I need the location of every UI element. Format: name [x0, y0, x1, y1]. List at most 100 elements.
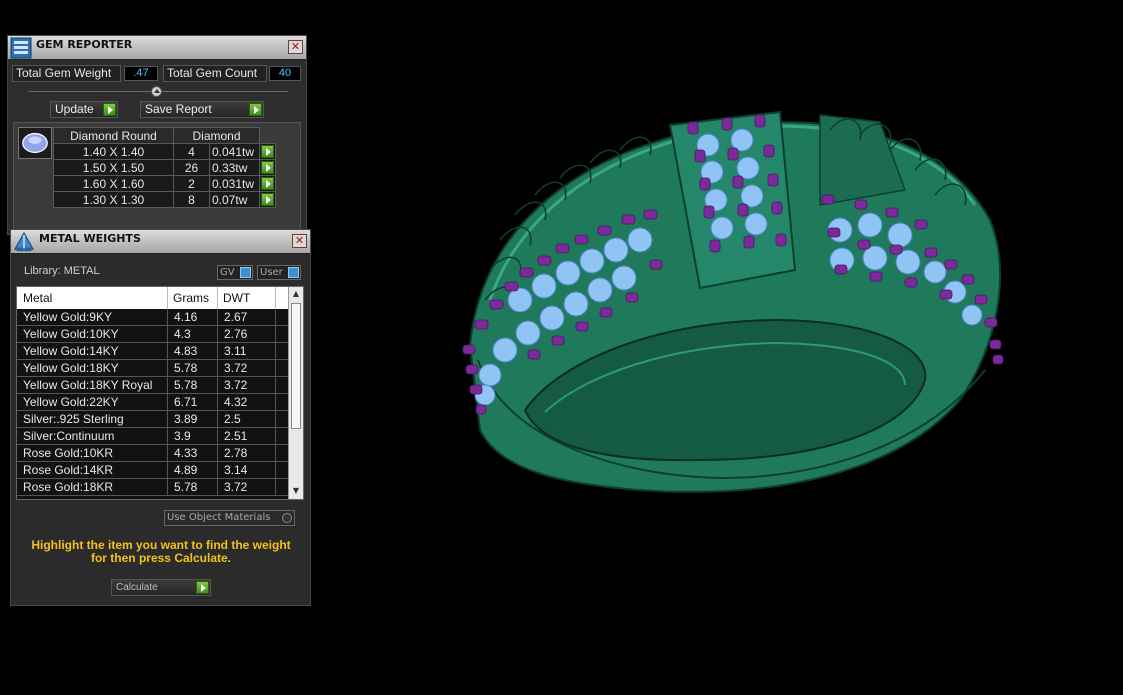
metal-grams: 5.78 [174, 361, 198, 375]
metal-dwt: 2.78 [224, 446, 248, 460]
hint-line-1: Highlight the item you want to find the … [31, 538, 291, 552]
toggle-indicator-icon [288, 267, 299, 278]
select-gem-button[interactable] [261, 177, 274, 190]
metal-list-row[interactable]: Yellow Gold:10KY 4.3 2.76 [17, 326, 289, 343]
gem-material-header: Diamond [173, 127, 260, 144]
metal-name: Silver:Continuum [23, 429, 115, 443]
library-label: Library: METAL [24, 265, 100, 277]
metal-weights-titlebar[interactable]: METAL WEIGHTS ✕ [11, 230, 310, 254]
metal-grams: 6.71 [174, 395, 198, 409]
gem-table-row[interactable]: 1.30 X 1.30 8 0.07tw [53, 191, 276, 208]
gem-reporter-titlebar[interactable]: GEM REPORTER ✕ [8, 36, 306, 60]
metal-weights-list[interactable]: Metal Grams DWT Yellow Gold:9KY 4.16 2.67 Y… [16, 286, 304, 500]
gem-size: 1.30 X 1.30 [53, 191, 174, 208]
metal-grams: 5.78 [174, 480, 198, 494]
total-gem-weight-value: .47 [124, 66, 158, 81]
toggle-indicator-icon [240, 267, 251, 278]
metal-dwt: 3.72 [224, 378, 248, 392]
gem-size: 1.60 X 1.60 [53, 175, 174, 192]
metal-grams: 4.3 [174, 327, 191, 341]
calculate-button-label: Calculate [116, 582, 158, 593]
total-gem-count-label: Total Gem Count [163, 65, 267, 82]
metal-column-header[interactable]: Metal [23, 291, 52, 305]
metal-dwt: 2.5 [224, 412, 241, 426]
metal-grams: 4.33 [174, 446, 198, 460]
close-icon: ✕ [290, 40, 301, 53]
select-gem-button[interactable] [261, 161, 274, 174]
radio-icon [282, 513, 292, 523]
gem-reporter-icon [10, 37, 32, 59]
metal-grams: 4.83 [174, 344, 198, 358]
gem-reporter-panel: GEM REPORTER ✕ Total Gem Weight .47 Tota… [7, 35, 307, 235]
metal-name: Yellow Gold:14KY [23, 344, 119, 358]
metal-name: Silver:.925 Sterling [23, 412, 124, 426]
metal-list-row[interactable]: Rose Gold:18KR 5.78 3.72 [17, 479, 289, 496]
metal-list-row[interactable]: Yellow Gold:18KY Royal 5.78 3.72 [17, 377, 289, 394]
select-gem-button[interactable] [261, 193, 274, 206]
gem-count: 2 [173, 175, 210, 192]
metal-name: Rose Gold:18KR [23, 480, 114, 494]
gem-reporter-close-button[interactable]: ✕ [288, 40, 303, 54]
metal-dwt: 3.72 [224, 361, 248, 375]
gem-size: 1.50 X 1.50 [53, 159, 174, 176]
metal-name: Yellow Gold:22KY [23, 395, 119, 409]
metal-weights-close-button[interactable]: ✕ [292, 234, 307, 248]
metal-name: Yellow Gold:18KY [23, 361, 119, 375]
metal-list-row[interactable]: Yellow Gold:18KY 5.78 3.72 [17, 360, 289, 377]
dwt-column-header[interactable]: DWT [223, 291, 250, 305]
gem-count: 26 [173, 159, 210, 176]
metal-list-row[interactable]: Rose Gold:14KR 4.89 3.14 [17, 462, 289, 479]
gem-table-row[interactable]: 1.50 X 1.50 26 0.33tw [53, 159, 276, 176]
metal-list-scrollbar[interactable]: ▲ ▼ [288, 287, 303, 499]
metal-dwt: 2.76 [224, 327, 248, 341]
gem-weight: 0.07tw [209, 191, 260, 208]
metal-name: Yellow Gold:9KY [23, 310, 112, 324]
metal-list-row[interactable]: Silver:.925 Sterling 3.89 2.5 [17, 411, 289, 428]
metal-name: Rose Gold:10KR [23, 446, 114, 460]
collapse-toggle[interactable] [151, 86, 162, 97]
update-button-label: Update [55, 102, 94, 116]
grams-column-header[interactable]: Grams [173, 291, 209, 305]
save-report-button[interactable]: Save Report [140, 101, 264, 118]
gem-reporter-title: GEM REPORTER [36, 38, 133, 51]
metal-dwt: 2.67 [224, 310, 248, 324]
diamond-round-icon[interactable] [18, 127, 52, 159]
hint-line-2: for then press Calculate. [90, 551, 232, 565]
use-object-materials-checkbox[interactable]: Use Object Materials [164, 510, 295, 526]
metal-grams: 3.9 [174, 429, 191, 443]
metal-list-row[interactable]: Yellow Gold:14KY 4.83 3.11 [17, 343, 289, 360]
metal-name: Rose Gold:14KR [23, 463, 114, 477]
metal-list-row[interactable]: Yellow Gold:22KY 6.71 4.32 [17, 394, 289, 411]
user-toggle[interactable]: User [257, 265, 301, 280]
select-gem-button[interactable] [261, 145, 274, 158]
gem-table-row[interactable]: 1.40 X 1.40 4 0.041tw [53, 143, 276, 160]
metal-list-row[interactable]: Yellow Gold:9KY 4.16 2.67 [17, 309, 289, 326]
metal-grams: 4.89 [174, 463, 198, 477]
gem-table: Diamond Round Diamond 1.40 X 1.40 4 0.04… [53, 127, 276, 208]
metal-weights-panel: METAL WEIGHTS ✕ Library: METAL GV User M… [10, 229, 311, 606]
metal-grams: 4.16 [174, 310, 198, 324]
close-icon: ✕ [294, 234, 305, 247]
play-icon [196, 581, 209, 594]
metal-dwt: 3.14 [224, 463, 248, 477]
gv-toggle-label: GV [220, 267, 235, 278]
play-icon [249, 103, 262, 116]
scroll-down-icon[interactable]: ▼ [291, 485, 301, 497]
metal-name: Yellow Gold:18KY Royal [23, 378, 153, 392]
gem-table-row[interactable]: 1.60 X 1.60 2 0.031tw [53, 175, 276, 192]
total-gem-count-value: 40 [269, 66, 301, 81]
total-gem-weight-label: Total Gem Weight [12, 65, 121, 82]
calculate-button[interactable]: Calculate [111, 579, 211, 596]
metal-dwt: 3.72 [224, 480, 248, 494]
scroll-up-icon[interactable]: ▲ [291, 288, 301, 300]
metal-list-row[interactable]: Silver:Continuum 3.9 2.51 [17, 428, 289, 445]
gv-toggle[interactable]: GV [217, 265, 253, 280]
gem-weight: 0.041tw [209, 143, 260, 160]
chevron-up-icon [154, 89, 160, 93]
metal-list-row[interactable]: Rose Gold:10KR 4.33 2.78 [17, 445, 289, 462]
metal-grams: 3.89 [174, 412, 198, 426]
metal-list-header: Metal Grams DWT [17, 287, 289, 309]
scrollbar-thumb[interactable] [291, 303, 301, 429]
update-button[interactable]: Update [50, 101, 118, 118]
metal-scale-icon [14, 231, 34, 252]
